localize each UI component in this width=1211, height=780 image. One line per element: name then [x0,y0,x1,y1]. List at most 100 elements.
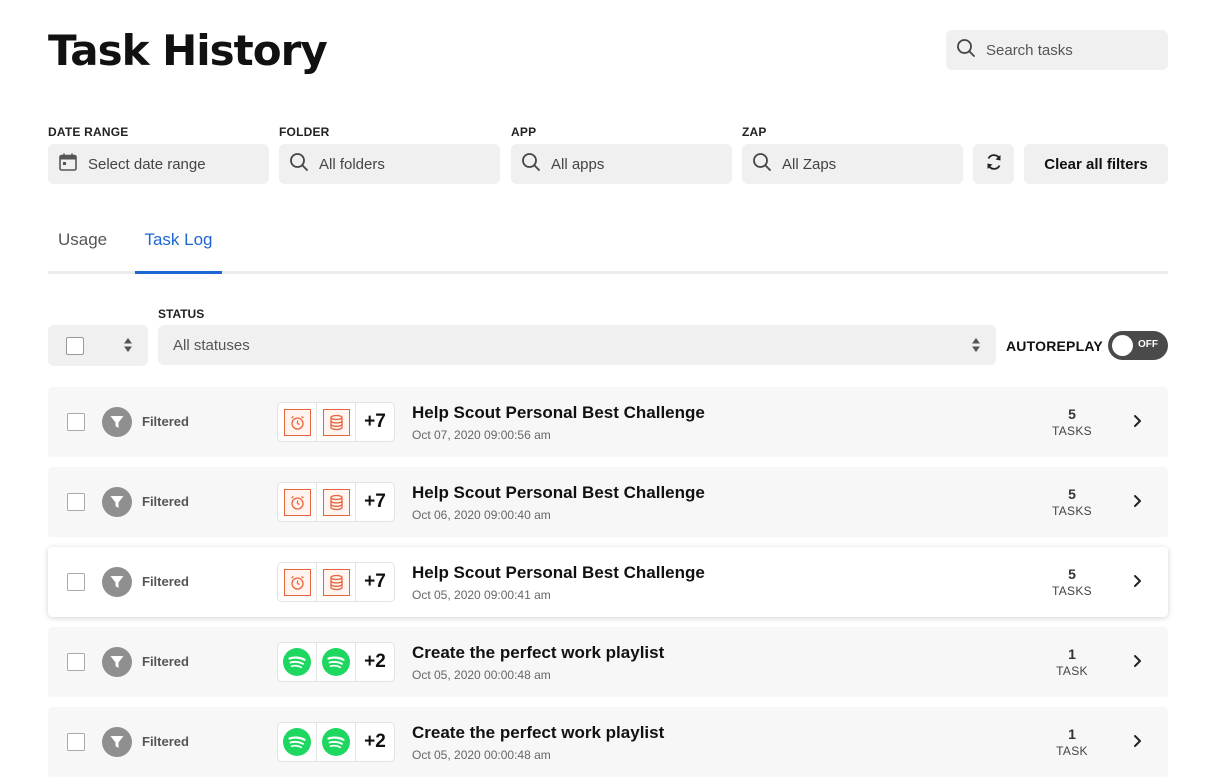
tab-bar: Usage Task Log [48,222,1168,274]
row-status: Filtered [142,574,189,589]
chevron-right-icon[interactable] [1130,573,1144,594]
refresh-button[interactable] [973,144,1014,184]
task-row[interactable]: Filtered +2 Create the perfect work playli… [48,627,1168,697]
date-range-picker[interactable]: Select date range [48,144,269,184]
clear-filters-button[interactable]: Clear all filters [1024,144,1168,184]
task-count: 5 TASKS [1042,566,1102,598]
status-select[interactable]: All statuses [158,325,996,365]
task-count-number: 5 [1068,486,1076,502]
more-apps-count: +7 [364,411,386,432]
search-icon [956,38,976,63]
app-icons: +2 [277,642,395,682]
storage-icon [317,483,356,521]
zap-filter: ZAP All Zaps [742,125,963,184]
more-apps-count: +2 [364,731,386,752]
date-range-filter: DATE RANGE Select date range [48,125,269,184]
zap-date: Oct 05, 2020 00:00:48 am [412,748,551,762]
filter-icon [102,487,132,517]
chevron-right-icon[interactable] [1130,413,1144,434]
tab-task-log[interactable]: Task Log [135,230,222,274]
task-count: 1 TASK [1042,646,1102,678]
task-count-unit: TASKS [1052,504,1092,518]
folder-value: All folders [319,155,385,173]
more-apps-count: +2 [364,651,386,672]
schedule-icon [278,403,317,441]
filter-icon [102,647,132,677]
zap-date: Oct 07, 2020 09:00:56 am [412,428,551,442]
task-count-unit: TASK [1056,664,1088,678]
zap-date: Oct 05, 2020 09:00:41 am [412,588,551,602]
task-count-number: 5 [1068,566,1076,582]
zap-name: Create the perfect work playlist [412,643,665,662]
date-range-placeholder: Select date range [88,155,206,173]
row-status: Filtered [142,414,189,429]
sort-arrows-icon [970,336,982,358]
task-row[interactable]: Filtered +2 Create the perfect work playli… [48,707,1168,777]
autoreplay-toggle[interactable]: OFF [1108,331,1168,360]
task-row[interactable]: Filtered +7 Help Scout Personal Best Chall… [48,547,1168,617]
task-count: 5 TASKS [1042,406,1102,438]
autoreplay-label: AUTOREPLAY [1006,338,1103,354]
page-title: Task History [48,26,328,75]
task-count-unit: TASK [1056,744,1088,758]
chevron-right-icon[interactable] [1130,653,1144,674]
app-icons: +7 [277,402,395,442]
task-count-number: 1 [1068,646,1076,662]
zap-select[interactable]: All Zaps [742,144,963,184]
zap-date: Oct 05, 2020 00:00:48 am [412,668,551,682]
row-checkbox[interactable] [67,493,85,511]
folder-label: FOLDER [279,125,330,139]
search-icon [521,152,541,176]
task-count-unit: TASKS [1052,584,1092,598]
row-status: Filtered [142,654,189,669]
date-range-label: DATE RANGE [48,125,129,139]
spotify-icon [317,643,356,681]
zap-value: All Zaps [782,155,837,173]
task-count: 1 TASK [1042,726,1102,758]
refresh-icon [984,152,1004,177]
filter-icon [102,727,132,757]
app-filter: APP All apps [511,125,732,184]
tab-usage[interactable]: Usage [58,230,107,274]
zap-label: ZAP [742,125,767,139]
app-icons: +7 [277,562,395,602]
schedule-icon [278,483,317,521]
row-checkbox[interactable] [67,653,85,671]
bulk-select-dropdown[interactable] [48,325,148,366]
task-count-number: 5 [1068,406,1076,422]
spotify-icon [278,643,317,681]
row-checkbox[interactable] [67,733,85,751]
task-count-number: 1 [1068,726,1076,742]
task-row[interactable]: Filtered +7 Help Scout Personal Best Chall… [48,467,1168,537]
row-checkbox[interactable] [67,573,85,591]
status-value: All statuses [173,336,250,354]
row-status: Filtered [142,494,189,509]
zap-name: Help Scout Personal Best Challenge [412,563,705,582]
toggle-state: OFF [1138,339,1158,350]
more-apps-count: +7 [364,571,386,592]
search-icon [289,152,309,176]
filter-icon [102,407,132,437]
storage-icon [317,403,356,441]
schedule-icon [278,563,317,601]
spotify-icon [317,723,356,761]
row-status: Filtered [142,734,189,749]
select-all-checkbox[interactable] [66,337,84,355]
chevron-right-icon[interactable] [1130,493,1144,514]
zap-name: Create the perfect work playlist [412,723,665,742]
toggle-knob [1112,335,1133,356]
task-row[interactable]: Filtered +7 Help Scout Personal Best Chall… [48,387,1168,457]
chevron-right-icon[interactable] [1130,733,1144,754]
search-box[interactable] [946,30,1168,70]
zap-date: Oct 06, 2020 09:00:40 am [412,508,551,522]
spotify-icon [278,723,317,761]
search-icon [752,152,772,176]
zap-name: Help Scout Personal Best Challenge [412,403,705,422]
storage-icon [317,563,356,601]
search-input[interactable] [986,41,1156,59]
row-checkbox[interactable] [67,413,85,431]
filter-icon [102,567,132,597]
app-select[interactable]: All apps [511,144,732,184]
folder-select[interactable]: All folders [279,144,500,184]
app-label: APP [511,125,537,139]
